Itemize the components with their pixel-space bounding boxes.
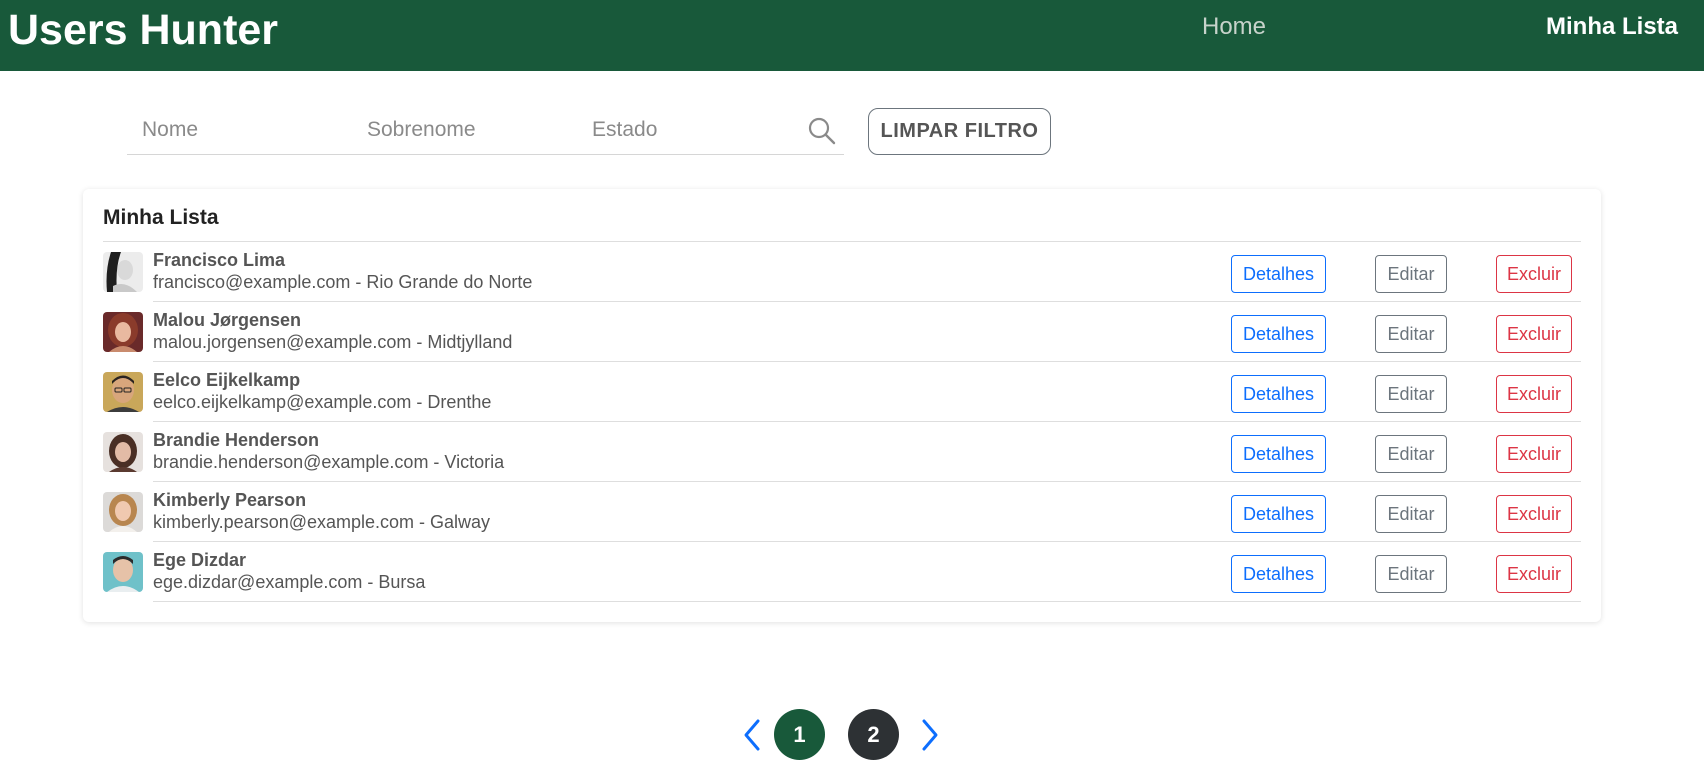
- user-row: Kimberly Pearson kimberly.pearson@exampl…: [83, 482, 1601, 542]
- user-avatar: [103, 432, 143, 472]
- filter-bar: [127, 108, 844, 155]
- user-email-state: eelco.eijkelkamp@example.com - Drenthe: [153, 392, 492, 412]
- user-name[interactable]: Malou Jørgensen: [153, 310, 301, 331]
- clear-filter-button[interactable]: LIMPAR FILTRO: [868, 108, 1051, 155]
- user-avatar: [103, 552, 143, 592]
- user-email-state: ege.dizdar@example.com - Bursa: [153, 572, 426, 592]
- search-icon[interactable]: [807, 116, 837, 146]
- row-divider: [153, 601, 1581, 602]
- edit-button[interactable]: Editar: [1375, 315, 1447, 353]
- details-button[interactable]: Detalhes: [1231, 495, 1326, 533]
- details-button[interactable]: Detalhes: [1231, 555, 1326, 593]
- delete-button[interactable]: Excluir: [1496, 315, 1572, 353]
- user-name[interactable]: Francisco Lima: [153, 250, 285, 271]
- nav-my-list-link[interactable]: Minha Lista: [1546, 13, 1678, 41]
- user-avatar: [103, 252, 143, 292]
- state-filter-input[interactable]: [592, 108, 782, 152]
- delete-button[interactable]: Excluir: [1496, 255, 1572, 293]
- user-row: Brandie Henderson brandie.henderson@exam…: [83, 422, 1601, 482]
- user-avatar: [103, 312, 143, 352]
- delete-button[interactable]: Excluir: [1496, 555, 1572, 593]
- details-button[interactable]: Detalhes: [1231, 315, 1326, 353]
- details-button[interactable]: Detalhes: [1231, 375, 1326, 413]
- user-email-state: malou.jorgensen@example.com - Midtjyllan…: [153, 332, 513, 352]
- edit-button[interactable]: Editar: [1375, 555, 1447, 593]
- edit-button[interactable]: Editar: [1375, 495, 1447, 533]
- delete-button[interactable]: Excluir: [1496, 495, 1572, 533]
- user-name[interactable]: Kimberly Pearson: [153, 490, 306, 511]
- edit-button[interactable]: Editar: [1375, 375, 1447, 413]
- user-email-state: francisco@example.com - Rio Grande do No…: [153, 272, 533, 292]
- edit-button[interactable]: Editar: [1375, 435, 1447, 473]
- user-email-state: brandie.henderson@example.com - Victoria: [153, 452, 505, 472]
- user-email-state: kimberly.pearson@example.com - Galway: [153, 512, 491, 532]
- user-name[interactable]: Brandie Henderson: [153, 430, 319, 451]
- chevron-right-icon[interactable]: [918, 717, 942, 753]
- my-list-card: Minha Lista Francisco Lima francisco@exa…: [83, 189, 1601, 622]
- user-row: Francisco Lima francisco@example.com - R…: [83, 242, 1601, 302]
- first-name-filter-input[interactable]: [142, 108, 332, 152]
- delete-button[interactable]: Excluir: [1496, 375, 1572, 413]
- chevron-left-icon[interactable]: [740, 717, 764, 753]
- page-button-1[interactable]: 1: [774, 709, 825, 760]
- details-button[interactable]: Detalhes: [1231, 435, 1326, 473]
- page-button-2[interactable]: 2: [848, 709, 899, 760]
- user-row: Malou Jørgensen malou.jorgensen@example.…: [83, 302, 1601, 362]
- user-row: Ege Dizdar ege.dizdar@example.com - Burs…: [83, 542, 1601, 602]
- user-name[interactable]: Eelco Eijkelkamp: [153, 370, 300, 391]
- nav-home-link[interactable]: Home: [1202, 13, 1266, 41]
- last-name-filter-input[interactable]: [367, 108, 557, 152]
- brand-logo[interactable]: Users Hunter: [8, 6, 278, 54]
- user-avatar: [103, 492, 143, 532]
- details-button[interactable]: Detalhes: [1231, 255, 1326, 293]
- user-avatar: [103, 372, 143, 412]
- user-row: Eelco Eijkelkamp eelco.eijkelkamp@exampl…: [83, 362, 1601, 422]
- top-navbar: Users Hunter Home Minha Lista: [0, 0, 1704, 71]
- user-name[interactable]: Ege Dizdar: [153, 550, 246, 571]
- list-title: Minha Lista: [103, 206, 219, 229]
- edit-button[interactable]: Editar: [1375, 255, 1447, 293]
- delete-button[interactable]: Excluir: [1496, 435, 1572, 473]
